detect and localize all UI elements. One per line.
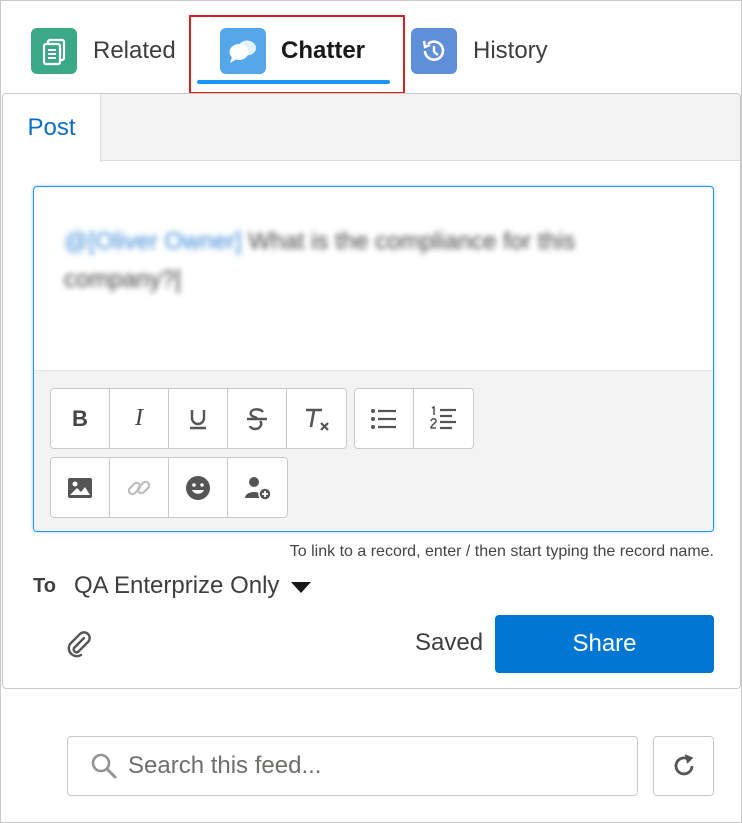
publisher-subtab-bar: Post (3, 94, 740, 162)
tab-chatter[interactable]: Chatter (220, 28, 365, 74)
strikethrough-icon (247, 407, 267, 430)
mention-link: @[Oliver Owner] (64, 228, 242, 255)
underline-icon (190, 409, 206, 429)
history-icon (411, 28, 457, 74)
audience-value[interactable]: QA Enterprize Only (74, 572, 279, 600)
insert-button-group (50, 457, 288, 518)
tab-history-label: History (473, 37, 548, 64)
saved-status: Saved (415, 629, 484, 656)
rich-text-toolbar: B I (34, 370, 713, 531)
attach-file-button[interactable] (64, 629, 94, 659)
to-label: To (33, 574, 56, 597)
record-link-hint: To link to a record, enter / then start … (289, 543, 714, 560)
refresh-button[interactable] (653, 736, 714, 796)
numbered-list-icon (429, 405, 456, 429)
text-cursor (176, 268, 179, 293)
emoji-icon (186, 475, 210, 500)
active-tab-indicator (197, 80, 390, 84)
audience-selector: To QA Enterprize Only (33, 569, 312, 603)
chatter-publisher: Post @[Oliver Owner] What is the complia… (2, 93, 741, 689)
italic-button[interactable]: I (110, 389, 169, 448)
caret-down-icon[interactable] (291, 582, 312, 593)
subtab-post[interactable]: Post (3, 94, 101, 162)
insert-emoji-button[interactable] (169, 458, 228, 517)
tab-related[interactable]: Related (31, 28, 176, 74)
mention-user-button[interactable] (228, 458, 287, 517)
search-icon (91, 753, 117, 779)
format-button-group: B I (50, 388, 347, 449)
tab-history[interactable]: History (411, 28, 548, 74)
search-input[interactable] (128, 752, 608, 780)
strikethrough-button[interactable] (228, 389, 287, 448)
paperclip-icon (67, 631, 91, 658)
numbered-list-button[interactable] (414, 389, 473, 448)
image-icon (68, 477, 92, 498)
clear-formatting-button[interactable] (287, 389, 346, 448)
chatter-icon (220, 28, 266, 74)
underline-button[interactable] (169, 389, 228, 448)
add-user-icon (244, 476, 272, 501)
bold-button[interactable]: B (51, 389, 110, 448)
bulleted-list-button[interactable] (355, 389, 414, 448)
clear-formatting-icon (305, 408, 329, 431)
insert-image-button[interactable] (51, 458, 110, 517)
related-list-icon (31, 28, 77, 74)
post-text[interactable]: @[Oliver Owner] What is the compliance f… (64, 223, 624, 299)
tab-chatter-label: Chatter (281, 37, 366, 64)
feed-search (67, 736, 638, 796)
refresh-icon (674, 754, 693, 776)
link-icon (127, 480, 151, 495)
bulleted-list-icon (371, 408, 396, 429)
list-button-group (354, 388, 474, 449)
tab-related-label: Related (93, 37, 176, 64)
share-button[interactable]: Share (495, 615, 714, 673)
post-editor[interactable]: @[Oliver Owner] What is the compliance f… (33, 186, 714, 532)
insert-link-button[interactable] (110, 458, 169, 517)
